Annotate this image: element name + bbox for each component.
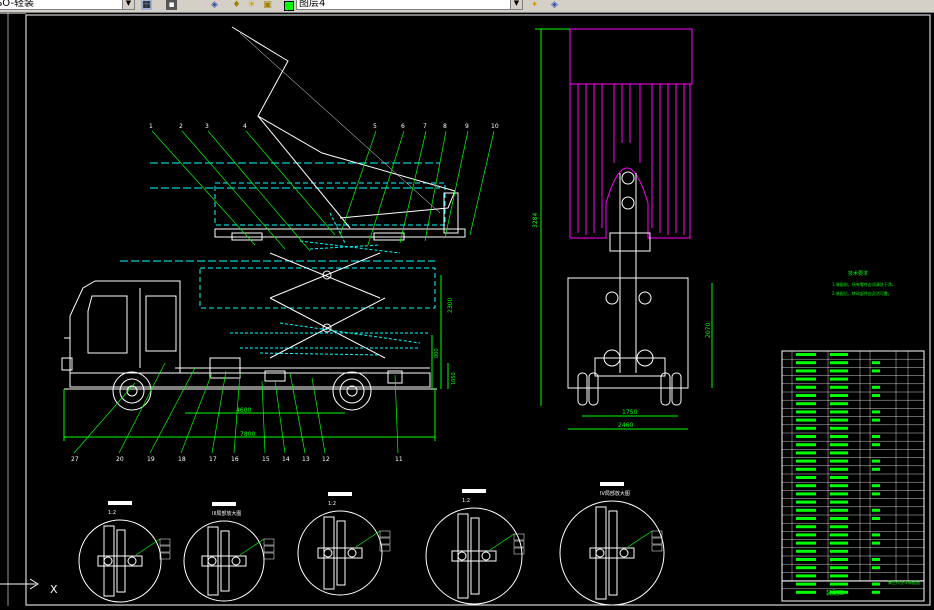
detail-view: 1:2	[297, 492, 391, 596]
svg-text:2460: 2460	[618, 422, 633, 429]
tech-req-line-2: 2.装配后，转动部件应灵活可靠。	[832, 290, 892, 296]
detail-view: III局部放大图	[183, 502, 275, 602]
part-number-label: 7	[423, 123, 427, 130]
tech-req-line-1: 1.装配前，所有零件必须清洗干净。	[832, 281, 896, 287]
svg-text:2300: 2300	[447, 298, 454, 313]
part-number-label: 3	[205, 123, 209, 130]
title-block-name: 装配图	[826, 589, 844, 597]
svg-text:7800: 7800	[240, 431, 255, 438]
layer-properties-icon[interactable]: ◈	[209, 0, 220, 10]
drawing-canvas[interactable]: 2300 800 1050 4600 7800 1 2 3 4 5 6 7 8 9 10 27 20…	[0, 12, 934, 606]
detail-label: IV局部放大图	[600, 490, 630, 497]
side-view: 2300 800 1050 4600 7800	[61, 26, 466, 441]
part-number-label: 9	[465, 123, 469, 130]
cad-drawing[interactable]: 2300 800 1050 4600 7800 1 2 3 4 5 6 7 8 9 10 27 20…	[0, 12, 934, 606]
color-swatch-icon	[284, 1, 294, 11]
detail-label: III局部放大图	[212, 510, 241, 517]
parts-list-table	[781, 350, 925, 602]
part-number-label: 16	[231, 456, 239, 463]
ucs-icon: X	[0, 578, 58, 596]
tech-req-title: 技术要求	[848, 270, 868, 277]
part-number-label: 27	[71, 456, 79, 463]
toolbar: ISO-轻装 ▼ ▦ ▪ ◈ ♦ ☀ ▣ 图层4 ▼ ✦ ◈	[0, 0, 934, 13]
ucs-x-label: X	[50, 583, 58, 596]
part-number-label: 1	[149, 123, 153, 130]
chevron-down-icon[interactable]: ▼	[510, 0, 522, 9]
layer-combo[interactable]: 图层4 ▼	[296, 0, 523, 10]
drawing-frame	[25, 14, 931, 606]
part-number-label: 14	[282, 456, 290, 463]
svg-text:1750: 1750	[622, 409, 637, 416]
part-number-label: 15	[262, 456, 270, 463]
part-number-label: 6	[401, 123, 405, 130]
detail-view: IV局部放大图	[559, 482, 665, 606]
part-number-label: 17	[209, 456, 217, 463]
part-number-label: 12	[322, 456, 330, 463]
part-number-label: 10	[491, 123, 499, 130]
part-number-label: 19	[147, 456, 155, 463]
title-block-sub: 高空作业车装配图	[888, 579, 920, 585]
detail-views: 1:2 III局部放大图 1:2 1:2 IV局部放大图	[78, 482, 665, 606]
layer-states-icon[interactable]: ◈	[549, 0, 560, 10]
text-style-combo[interactable]: ISO-轻装 ▼	[0, 0, 135, 10]
detail-view: 1:2	[78, 501, 171, 603]
svg-text:4600: 4600	[236, 407, 251, 414]
text-style-value: ISO-轻装	[0, 0, 35, 9]
part-number-label: 13	[302, 456, 310, 463]
part-number-label: 8	[443, 123, 447, 130]
bulb-on-icon[interactable]: ♦	[231, 0, 242, 10]
part-number-label: 11	[395, 456, 403, 463]
detail-label: 1:2	[462, 498, 470, 504]
rear-view: 3284 2070 1750 2460	[532, 28, 713, 430]
make-current-icon[interactable]: ✦	[529, 0, 540, 10]
detail-label: 1:2	[328, 501, 336, 507]
part-number-label: 2	[179, 123, 183, 130]
detail-view: 1:2	[425, 489, 525, 605]
detail-label: 1:2	[108, 510, 116, 516]
part-number-label: 18	[178, 456, 186, 463]
svg-text:800: 800	[434, 348, 440, 358]
part-number-label: 4	[243, 123, 247, 130]
svg-text:1050: 1050	[451, 372, 457, 385]
technical-requirements: 技术要求 1.装配前，所有零件必须清洗干净。 2.装配后，转动部件应灵活可靠。	[832, 270, 896, 296]
svg-text:2070: 2070	[705, 323, 712, 338]
part-leaders-top: 1 2 3 4 5 6 7 8 9 10	[149, 123, 499, 252]
chevron-down-icon[interactable]: ▼	[122, 0, 134, 9]
part-number-label: 5	[373, 123, 377, 130]
layer-combo-value: 图层4	[299, 0, 326, 9]
lock-icon[interactable]: ▣	[262, 0, 273, 10]
part-number-label: 20	[116, 456, 124, 463]
table-style-icon[interactable]: ▦	[141, 0, 152, 10]
svg-text:3284: 3284	[532, 213, 539, 228]
sun-icon[interactable]: ☀	[246, 0, 257, 10]
style-manager-icon[interactable]: ▪	[166, 0, 177, 10]
